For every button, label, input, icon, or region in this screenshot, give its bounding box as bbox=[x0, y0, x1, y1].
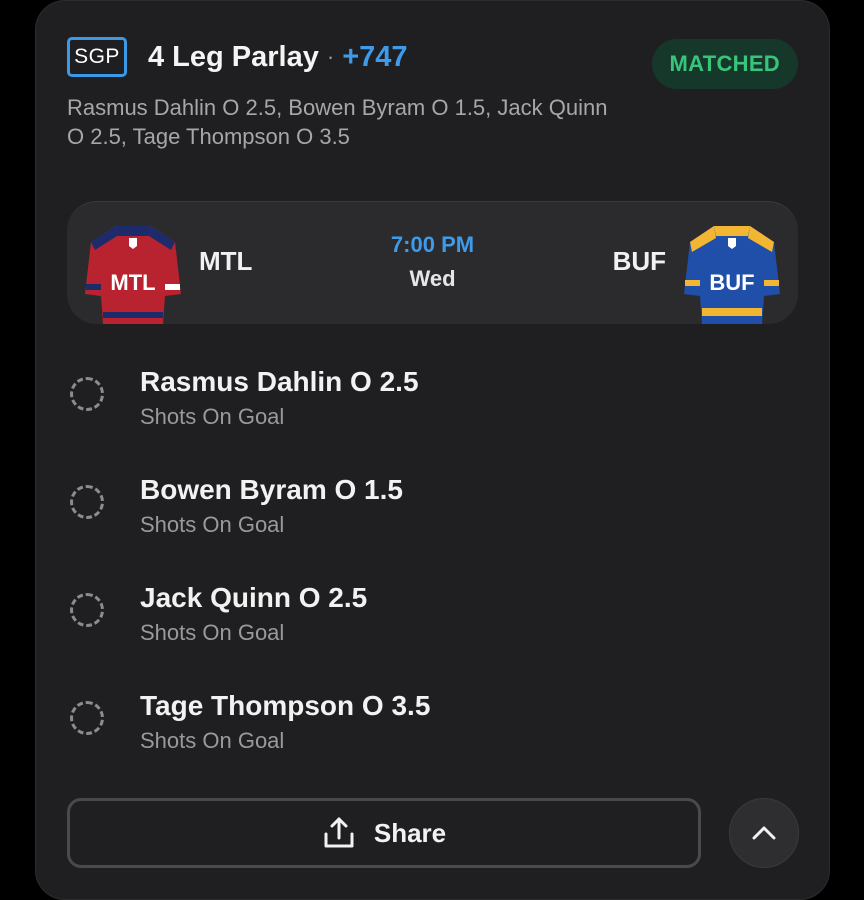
bet-title: 4 Leg Parlay bbox=[148, 40, 319, 73]
leg-title: Rasmus Dahlin O 2.5 bbox=[140, 366, 419, 397]
away-team: BUF bbox=[612, 246, 666, 276]
leg-market: Shots On Goal bbox=[140, 404, 285, 429]
legs-list: Rasmus Dahlin O 2.5 Shots On Goal Bowen … bbox=[67, 363, 798, 795]
leg-item[interactable]: Jack Quinn O 2.5 Shots On Goal bbox=[67, 579, 798, 687]
share-button[interactable]: Share bbox=[67, 798, 701, 868]
away-jersey-text: BUF bbox=[709, 270, 754, 295]
pending-circle-icon bbox=[70, 701, 104, 735]
status-badge: MATCHED bbox=[651, 39, 798, 89]
pending-circle-icon bbox=[70, 377, 104, 411]
collapse-button[interactable] bbox=[729, 798, 799, 868]
bet-header: SGP 4 Leg Parlay · +747 bbox=[67, 37, 408, 77]
leg-market: Shots On Goal bbox=[140, 620, 285, 645]
parlay-card: SGP 4 Leg Parlay · +747 MATCHED Rasmus D… bbox=[35, 0, 830, 900]
leg-item[interactable]: Bowen Byram O 1.5 Shots On Goal bbox=[67, 471, 798, 579]
leg-item[interactable]: Rasmus Dahlin O 2.5 Shots On Goal bbox=[67, 363, 798, 471]
bet-odds: +747 bbox=[342, 40, 408, 73]
pending-circle-icon bbox=[70, 485, 104, 519]
leg-title: Jack Quinn O 2.5 bbox=[140, 582, 368, 613]
share-label: Share bbox=[373, 817, 447, 848]
leg-market: Shots On Goal bbox=[140, 728, 285, 753]
leg-title: Tage Thompson O 3.5 bbox=[140, 690, 431, 721]
sgp-badge: SGP bbox=[67, 37, 127, 77]
game-matchup[interactable]: MTL MTL 7:00 PM Wed BUF BUF bbox=[67, 201, 798, 324]
title-separator: · bbox=[326, 44, 335, 69]
share-icon bbox=[324, 817, 354, 848]
chevron-up-icon bbox=[752, 826, 776, 840]
sabres-jersey-icon: BUF bbox=[684, 226, 780, 324]
pending-circle-icon bbox=[70, 593, 104, 627]
leg-item[interactable]: Tage Thompson O 3.5 Shots On Goal bbox=[67, 687, 798, 795]
leg-title: Bowen Byram O 1.5 bbox=[140, 474, 403, 505]
leg-market: Shots On Goal bbox=[140, 512, 285, 537]
bet-summary: Rasmus Dahlin O 2.5, Bowen Byram O 1.5, … bbox=[67, 95, 608, 149]
